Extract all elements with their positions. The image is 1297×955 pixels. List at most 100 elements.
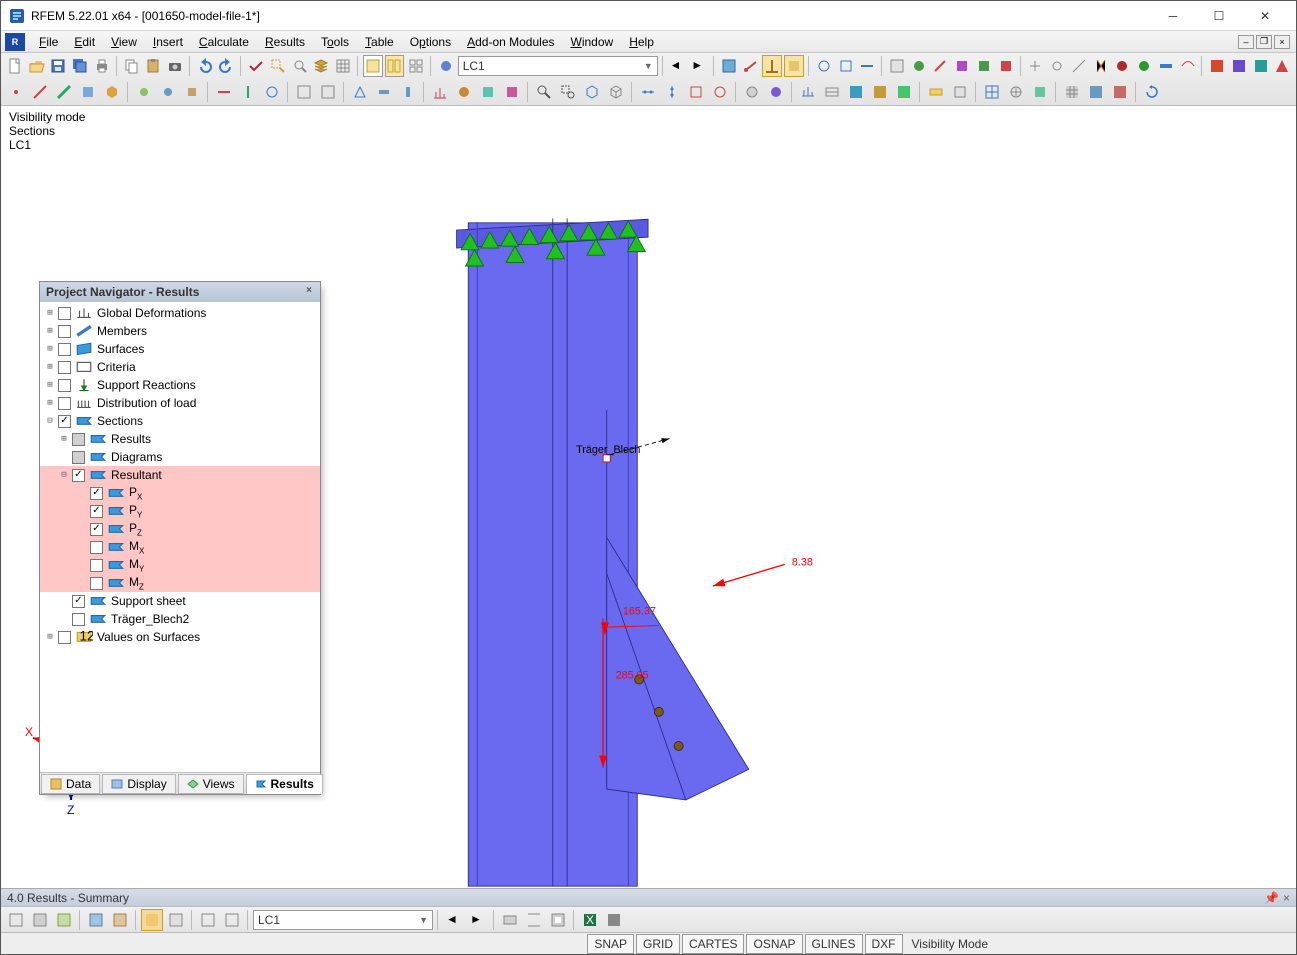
tb2-misc[interactable] <box>765 81 787 103</box>
tb2-misc[interactable] <box>501 81 523 103</box>
tree-expand-icon[interactable]: ⊟ <box>58 470 70 480</box>
tb-misc[interactable] <box>996 55 1016 77</box>
tb2-misc[interactable] <box>1109 81 1131 103</box>
tb-misc[interactable] <box>887 55 907 77</box>
tb2-misc[interactable] <box>661 81 683 103</box>
tb-misc[interactable] <box>857 55 877 77</box>
menu-help[interactable]: Help <box>621 33 662 51</box>
tb2-solid[interactable] <box>101 81 123 103</box>
results-panel-header[interactable]: 4.0 Results - Summary 📌 × <box>1 888 1296 906</box>
tree-node[interactable]: ⊞Global Deformations <box>40 304 320 322</box>
tb-misc[interactable] <box>1134 55 1154 77</box>
tree-node[interactable]: ⊞Distribution of load <box>40 394 320 412</box>
mdi-restore[interactable]: ❐ <box>1256 35 1272 49</box>
tb-misc[interactable] <box>974 55 994 77</box>
menu-window[interactable]: Window <box>563 33 622 51</box>
tree-expand-icon[interactable]: ⊞ <box>58 434 70 444</box>
status-osnap[interactable]: OSNAP <box>746 934 802 954</box>
tb-misc-4[interactable] <box>784 55 804 77</box>
tb-viewmode2[interactable] <box>385 55 405 77</box>
status-cartes[interactable]: CARTES <box>682 934 744 954</box>
tb2-misc[interactable] <box>981 81 1003 103</box>
tb-calc1[interactable] <box>246 55 266 77</box>
menu-insert[interactable]: Insert <box>145 33 191 51</box>
tb-open[interactable] <box>27 55 47 77</box>
rt-misc[interactable] <box>53 909 75 931</box>
rt-misc[interactable] <box>221 909 243 931</box>
tb-zoomfit[interactable] <box>290 55 310 77</box>
tree-checkbox[interactable] <box>90 523 103 536</box>
tb-copy[interactable] <box>122 55 142 77</box>
tb2-misc[interactable] <box>373 81 395 103</box>
rt-misc[interactable] <box>165 909 187 931</box>
menu-edit[interactable]: Edit <box>66 33 103 51</box>
tb2-cube2[interactable] <box>605 81 627 103</box>
project-navigator-panel[interactable]: Project Navigator - Results × ⊞Global De… <box>39 281 321 795</box>
tb2-misc[interactable] <box>949 81 971 103</box>
tree-checkbox[interactable] <box>72 595 85 608</box>
rt-misc[interactable] <box>5 909 27 931</box>
tb2-cube[interactable] <box>581 81 603 103</box>
menu-options[interactable]: Options <box>402 33 459 51</box>
tb-nav-prev[interactable]: ◄ <box>668 55 688 77</box>
tree-checkbox[interactable] <box>90 541 103 554</box>
tree-node[interactable]: PZ <box>40 520 320 538</box>
tree-node[interactable]: PY <box>40 502 320 520</box>
tb2-misc[interactable] <box>893 81 915 103</box>
tree-checkbox[interactable] <box>72 433 85 446</box>
tb2-misc[interactable] <box>637 81 659 103</box>
tree-checkbox[interactable] <box>58 379 71 392</box>
tb-undo[interactable] <box>195 55 215 77</box>
tree-expand-icon[interactable]: ⊞ <box>44 380 56 390</box>
maximize-button[interactable]: ☐ <box>1196 1 1242 31</box>
tree-node[interactable]: ⊞Members <box>40 322 320 340</box>
status-snap[interactable]: SNAP <box>587 934 634 954</box>
tree-checkbox[interactable] <box>90 505 103 518</box>
rt-excel[interactable]: X <box>579 909 601 931</box>
tb-render[interactable] <box>436 55 456 77</box>
tb-misc[interactable] <box>1207 55 1227 77</box>
rt-misc[interactable] <box>499 909 521 931</box>
tb-saveall[interactable] <box>70 55 90 77</box>
rt-next[interactable]: ► <box>467 909 489 931</box>
panel-close-icon[interactable]: × <box>1283 891 1290 905</box>
tb-viewmode1[interactable] <box>363 55 383 77</box>
tb2-misc[interactable] <box>429 81 451 103</box>
tb2-misc[interactable] <box>453 81 475 103</box>
navigator-tab-display[interactable]: Display <box>102 774 175 794</box>
menu-view[interactable]: View <box>103 33 145 51</box>
tb2-misc[interactable] <box>293 81 315 103</box>
mdi-close[interactable]: × <box>1274 35 1290 49</box>
tb-misc[interactable] <box>1178 55 1198 77</box>
tree-node[interactable]: Diagrams <box>40 448 320 466</box>
tb2-zoomwin[interactable] <box>557 81 579 103</box>
navigator-close-button[interactable]: × <box>302 284 316 298</box>
navigator-tab-views[interactable]: Views <box>178 774 244 794</box>
tree-node[interactable]: Träger_Blech2 <box>40 610 320 628</box>
menu-tools[interactable]: Tools <box>313 33 357 51</box>
tree-expand-icon[interactable]: ⊞ <box>44 326 56 336</box>
tb2-misc[interactable] <box>925 81 947 103</box>
tree-expand-icon[interactable]: ⊞ <box>44 308 56 318</box>
tree-node[interactable]: ⊞Support Reactions <box>40 376 320 394</box>
tree-node[interactable]: MX <box>40 538 320 556</box>
tb2-member[interactable] <box>53 81 75 103</box>
tree-checkbox[interactable] <box>58 415 71 428</box>
tb2-misc[interactable] <box>1005 81 1027 103</box>
tb-print[interactable] <box>92 55 112 77</box>
minimize-button[interactable]: ─ <box>1150 1 1196 31</box>
tree-node[interactable]: Support sheet <box>40 592 320 610</box>
rt-prev[interactable]: ◄ <box>443 909 465 931</box>
tree-checkbox[interactable] <box>90 487 103 500</box>
tb2-misc[interactable] <box>477 81 499 103</box>
tree-expand-icon[interactable]: ⊞ <box>44 344 56 354</box>
tb2-misc[interactable] <box>317 81 339 103</box>
rt-misc[interactable] <box>547 909 569 931</box>
tb-misc-1[interactable] <box>719 55 739 77</box>
tb-misc[interactable] <box>1251 55 1271 77</box>
tb2-rotate[interactable] <box>1141 81 1163 103</box>
tb-misc-3[interactable] <box>762 55 782 77</box>
tb-misc[interactable] <box>1025 55 1045 77</box>
tb2-misc[interactable] <box>1061 81 1083 103</box>
tb-misc[interactable] <box>1091 55 1111 77</box>
